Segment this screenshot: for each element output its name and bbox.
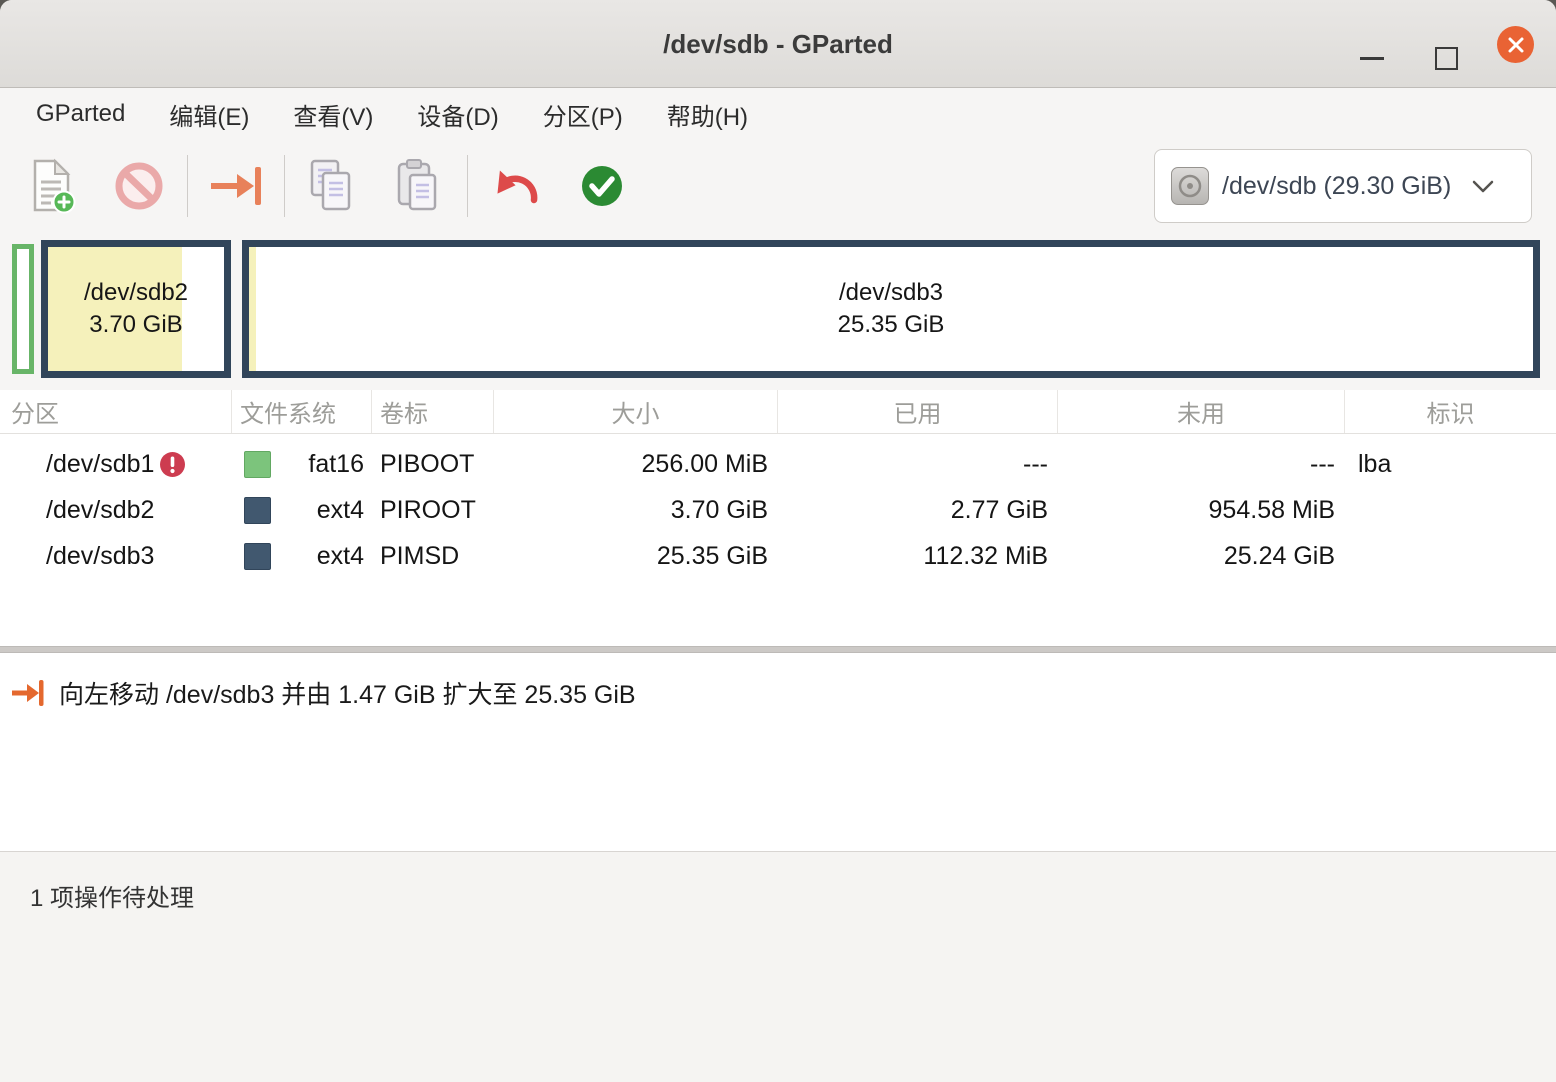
column-header-label[interactable]: 卷标: [372, 390, 494, 433]
apply-check-icon: [578, 162, 626, 210]
partition-name: /dev/sdb1: [46, 450, 154, 479]
partition-table-header: 分区 文件系统 卷标 大小 已用 未用 标识: [0, 390, 1556, 434]
partition-used: ---: [778, 441, 1058, 487]
partition-box-name: /dev/sdb2: [84, 277, 188, 309]
new-partition-button[interactable]: [10, 151, 96, 221]
table-row-sdb3[interactable]: /dev/sdb3 ext4 PIMSD 25.35 GiB 112.32 Mi…: [0, 533, 1556, 579]
partition-used: 112.32 MiB: [778, 533, 1058, 579]
paste-icon: [392, 158, 446, 214]
close-icon: [1507, 36, 1525, 54]
partition-flags: lba: [1345, 441, 1556, 487]
toolbar: /dev/sdb (29.30 GiB): [0, 140, 1556, 232]
gparted-window: /dev/sdb - GParted GParted 编辑(E) 查看(V) 设…: [0, 0, 1556, 1082]
copy-button[interactable]: [290, 151, 376, 221]
resize-move-arrow-icon: [207, 162, 265, 210]
partition-size: 3.70 GiB: [494, 487, 778, 533]
undo-button[interactable]: [473, 151, 559, 221]
titlebar: /dev/sdb - GParted: [0, 0, 1556, 88]
close-button[interactable]: [1497, 26, 1534, 63]
statusbar: 1 项操作待处理: [0, 851, 1556, 1082]
filesystem-color-swatch: [244, 451, 271, 478]
partition-unused: ---: [1058, 441, 1345, 487]
menu-gparted[interactable]: GParted: [14, 94, 147, 134]
partition-flags: [1345, 487, 1556, 533]
volume-label: PIBOOT: [372, 441, 494, 487]
toolbar-separator: [187, 155, 188, 217]
filesystem-name: ext4: [317, 542, 364, 571]
column-header-unused[interactable]: 未用: [1058, 390, 1345, 433]
column-header-size[interactable]: 大小: [494, 390, 778, 433]
filesystem-color-swatch: [244, 543, 271, 570]
column-header-flags[interactable]: 标识: [1345, 390, 1556, 433]
paste-button[interactable]: [376, 151, 462, 221]
filesystem-name: ext4: [317, 496, 364, 525]
filesystem-color-swatch: [244, 497, 271, 524]
maximize-button[interactable]: [1435, 47, 1458, 70]
menu-edit[interactable]: 编辑(E): [147, 91, 271, 138]
pending-operation-text: 向左移动 /dev/sdb3 并由 1.47 GiB 扩大至 25.35 GiB: [59, 675, 636, 711]
partition-box-sdb1[interactable]: [12, 244, 34, 374]
partition-used: 2.77 GiB: [778, 487, 1058, 533]
partition-name: /dev/sdb2: [46, 496, 154, 525]
document-new-icon: [30, 158, 76, 214]
partition-flags: [1345, 533, 1556, 579]
column-header-used[interactable]: 已用: [778, 390, 1058, 433]
window-title: /dev/sdb - GParted: [0, 0, 1556, 88]
apply-button[interactable]: [559, 151, 645, 221]
chevron-down-icon: [1470, 177, 1496, 195]
partition-table: /dev/sdb1 fat16 PIBOOT 256.00 MiB --- --…: [0, 434, 1556, 646]
table-row-sdb2[interactable]: /dev/sdb2 ext4 PIROOT 3.70 GiB 2.77 GiB …: [0, 487, 1556, 533]
delete-partition-button[interactable]: [96, 151, 182, 221]
menu-device[interactable]: 设备(D): [395, 91, 520, 138]
resize-move-button[interactable]: [193, 151, 279, 221]
volume-label: PIROOT: [372, 487, 494, 533]
filesystem-name: fat16: [308, 450, 364, 479]
device-selector-label: /dev/sdb (29.30 GiB): [1222, 172, 1451, 201]
device-selector[interactable]: /dev/sdb (29.30 GiB): [1154, 149, 1532, 223]
minimize-button[interactable]: [1360, 57, 1384, 60]
warning-icon: [159, 451, 186, 478]
partition-box-size: 25.35 GiB: [838, 309, 945, 341]
pending-operations-panel: 向左移动 /dev/sdb3 并由 1.47 GiB 扩大至 25.35 GiB: [0, 653, 1556, 851]
table-row-sdb1[interactable]: /dev/sdb1 fat16 PIBOOT 256.00 MiB --- --…: [0, 441, 1556, 487]
copy-icon: [306, 158, 360, 214]
pending-operation-item: 向左移动 /dev/sdb3 并由 1.47 GiB 扩大至 25.35 GiB: [10, 675, 1542, 711]
volume-label: PIMSD: [372, 533, 494, 579]
prohibition-icon: [113, 160, 165, 212]
partition-size: 256.00 MiB: [494, 441, 778, 487]
partition-box-name: /dev/sdb3: [839, 277, 943, 309]
hard-drive-icon: [1171, 167, 1209, 205]
partition-unused: 954.58 MiB: [1058, 487, 1345, 533]
partition-box-size: 3.70 GiB: [89, 309, 182, 341]
partition-box-sdb2[interactable]: /dev/sdb2 3.70 GiB: [41, 240, 231, 378]
menu-help[interactable]: 帮助(H): [645, 91, 770, 138]
partition-name: /dev/sdb3: [46, 542, 154, 571]
toolbar-separator: [284, 155, 285, 217]
menubar: GParted 编辑(E) 查看(V) 设备(D) 分区(P) 帮助(H): [0, 88, 1556, 140]
move-right-arrow-icon: [10, 677, 46, 709]
column-header-partition[interactable]: 分区: [0, 390, 232, 433]
undo-arrow-icon: [488, 162, 544, 210]
partition-unused: 25.24 GiB: [1058, 533, 1345, 579]
partition-size: 25.35 GiB: [494, 533, 778, 579]
partition-visual-bar: /dev/sdb2 3.70 GiB /dev/sdb3 25.35 GiB: [0, 232, 1556, 390]
pane-divider-handle[interactable]: [0, 646, 1556, 653]
menu-partition[interactable]: 分区(P): [521, 91, 645, 138]
statusbar-text: 1 项操作待处理: [30, 885, 194, 912]
menu-view[interactable]: 查看(V): [271, 91, 395, 138]
toolbar-separator: [467, 155, 468, 217]
column-header-filesystem[interactable]: 文件系统: [232, 390, 372, 433]
partition-box-sdb3[interactable]: /dev/sdb3 25.35 GiB: [242, 240, 1540, 378]
